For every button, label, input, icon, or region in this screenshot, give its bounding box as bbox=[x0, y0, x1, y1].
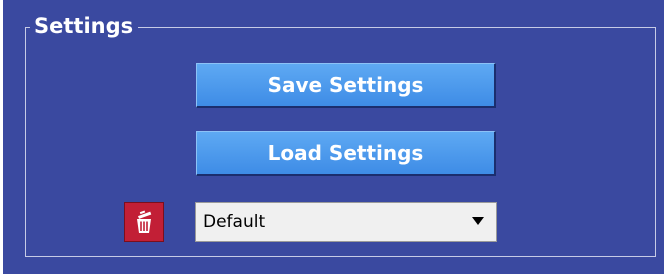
dropdown-arrow-icon bbox=[472, 217, 484, 225]
profile-select-value: Default bbox=[203, 212, 266, 232]
panel-bottom-edge bbox=[0, 274, 664, 280]
settings-panel: Settings Save Settings Load Settings Def… bbox=[3, 0, 664, 280]
save-settings-button[interactable]: Save Settings bbox=[196, 63, 496, 108]
delete-profile-button[interactable] bbox=[124, 202, 164, 242]
load-settings-button[interactable]: Load Settings bbox=[196, 131, 496, 176]
trash-icon bbox=[137, 210, 152, 233]
settings-group-title: Settings bbox=[30, 11, 139, 41]
profile-select[interactable]: Default bbox=[195, 202, 497, 242]
